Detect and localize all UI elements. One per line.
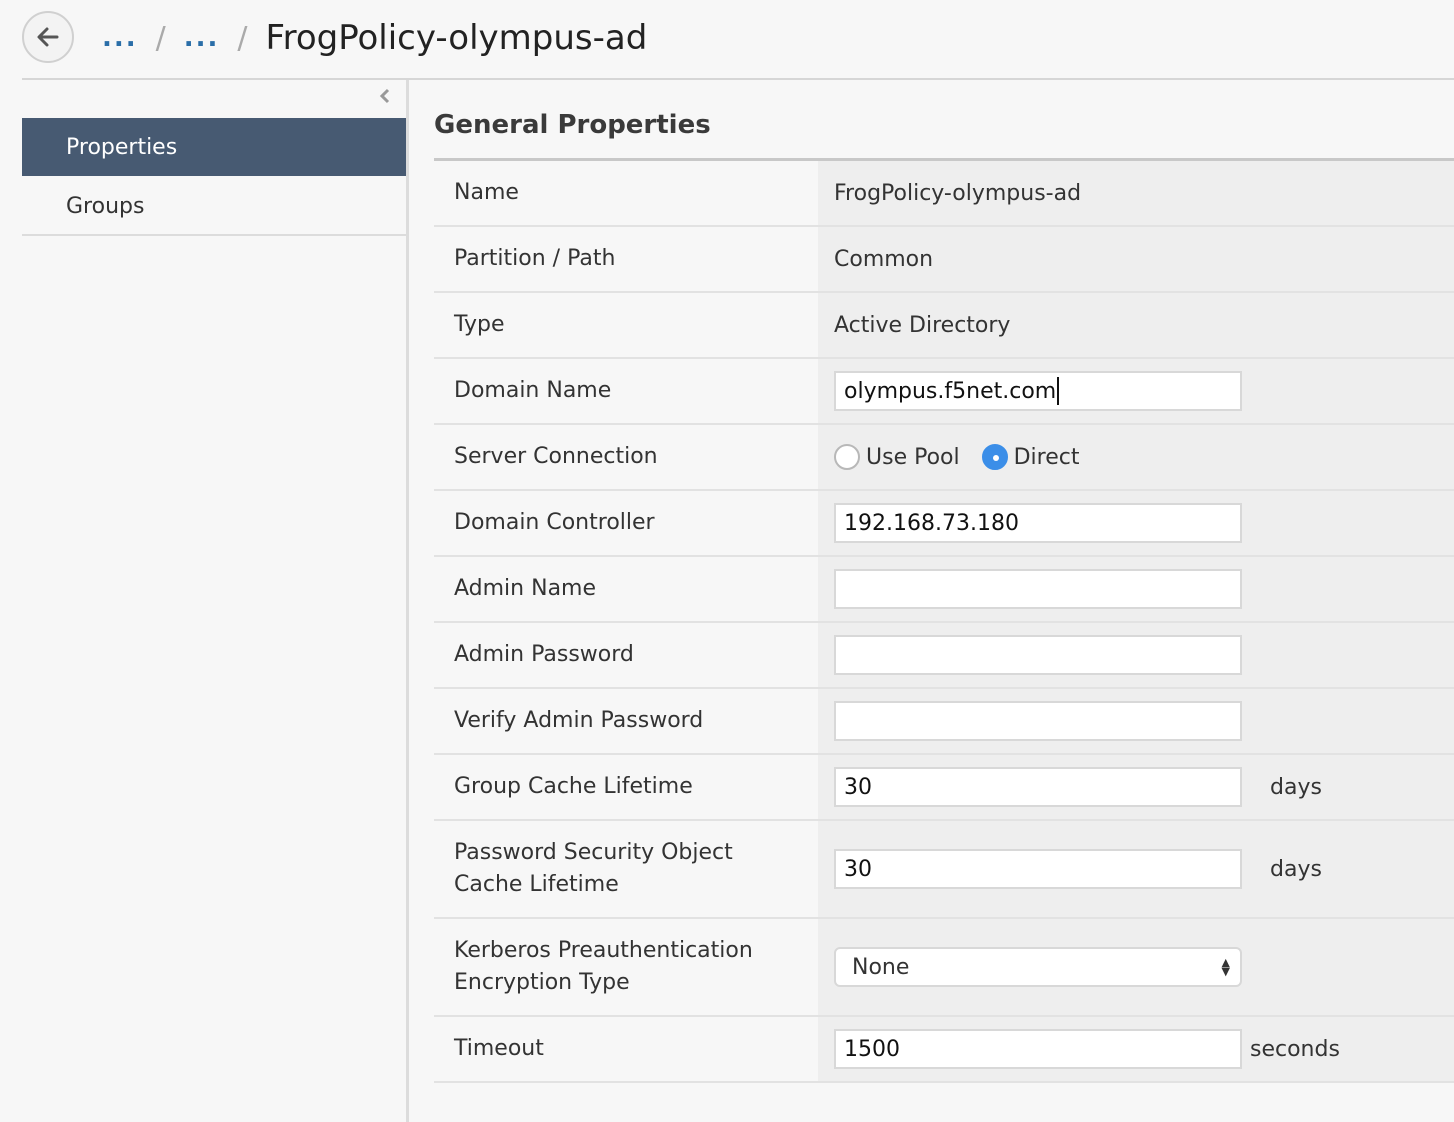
field-label-line: Kerberos Preauthentication (454, 938, 753, 963)
field-label: Name (434, 161, 818, 225)
pso-cache-lifetime-input[interactable]: 30 (834, 849, 1242, 889)
form-row-partition: Partition / Path Common (434, 227, 1454, 293)
unit-label: days (1270, 856, 1322, 882)
sidebar: Properties Groups (22, 80, 409, 1122)
field-label-line: Cache Lifetime (454, 872, 619, 897)
sidebar-item-properties[interactable]: Properties (22, 118, 406, 176)
direct-label[interactable]: Direct (1014, 445, 1080, 470)
breadcrumb-link-1[interactable]: ... (102, 23, 138, 53)
breadcrumb-separator: / (237, 20, 248, 56)
sidebar-item-label: Groups (66, 193, 145, 219)
field-label: Domain Controller (434, 491, 818, 555)
sidebar-item-groups[interactable]: Groups (22, 178, 406, 236)
form-row-group-cache: Group Cache Lifetime 30 days (434, 755, 1454, 821)
sidebar-item-label: Properties (66, 134, 178, 160)
type-value: Active Directory (834, 312, 1011, 338)
section-title: General Properties (434, 110, 711, 140)
form-row-kerberos: Kerberos Preauthentication Encryption Ty… (434, 919, 1454, 1017)
name-value: FrogPolicy-olympus-ad (834, 180, 1082, 206)
breadcrumb: ... / ... / FrogPolicy-olympus-ad (102, 12, 647, 64)
field-label: Group Cache Lifetime (434, 755, 818, 819)
field-label: Password Security Object Cache Lifetime (434, 821, 818, 917)
group-cache-lifetime-input[interactable]: 30 (834, 767, 1242, 807)
use-pool-radio[interactable] (834, 444, 860, 470)
direct-radio[interactable] (981, 444, 1008, 470)
form-row-domain-controller: Domain Controller 192.168.73.180 (434, 491, 1454, 557)
field-label: Verify Admin Password (434, 689, 818, 753)
field-label: Kerberos Preauthentication Encryption Ty… (434, 919, 818, 1015)
unit-label: days (1270, 774, 1322, 800)
admin-password-input[interactable] (834, 635, 1242, 675)
form-row-domain-name: Domain Name olympus.f5net.com (434, 359, 1454, 425)
select-value: None (852, 954, 910, 980)
field-label: Timeout (434, 1017, 818, 1081)
timeout-input[interactable]: 1500 (834, 1029, 1242, 1069)
back-button[interactable] (22, 11, 74, 63)
arrow-left-icon (37, 27, 59, 47)
use-pool-label[interactable]: Use Pool (866, 445, 960, 470)
admin-name-input[interactable] (834, 569, 1242, 609)
field-label-line: Password Security Object (454, 840, 733, 865)
domain-controller-input[interactable]: 192.168.73.180 (834, 503, 1242, 543)
form-row-server-connection: Server Connection Use Pool Direct (434, 425, 1454, 491)
field-label: Domain Name (434, 359, 818, 423)
page-title: FrogPolicy-olympus-ad (265, 18, 648, 58)
breadcrumb-separator: / (155, 20, 166, 56)
collapse-sidebar-button[interactable] (376, 86, 394, 106)
field-label: Type (434, 293, 818, 357)
field-label: Server Connection (434, 425, 818, 489)
form-row-admin-name: Admin Name (434, 557, 1454, 623)
form-row-verify-admin-password: Verify Admin Password (434, 689, 1454, 755)
select-arrows-icon: ▲ ▼ (1221, 956, 1230, 978)
form-row-type: Type Active Directory (434, 293, 1454, 359)
chevron-left-icon (379, 88, 390, 104)
kerberos-encryption-select[interactable]: None ▲ ▼ (834, 947, 1242, 987)
partition-value: Common (834, 246, 934, 272)
field-label: Partition / Path (434, 227, 818, 291)
domain-name-input-value: olympus.f5net.com (844, 378, 1057, 404)
domain-name-input[interactable]: olympus.f5net.com (834, 371, 1242, 411)
properties-form: Name FrogPolicy-olympus-ad Partition / P… (434, 161, 1454, 1083)
verify-admin-password-input[interactable] (834, 701, 1242, 741)
page-header: ... / ... / FrogPolicy-olympus-ad (22, 0, 1454, 80)
text-cursor (1057, 377, 1060, 405)
field-label-line: Encryption Type (454, 970, 630, 995)
form-row-timeout: Timeout 1500 seconds (434, 1017, 1454, 1083)
breadcrumb-link-2[interactable]: ... (184, 23, 220, 53)
form-row-pso-cache: Password Security Object Cache Lifetime … (434, 821, 1454, 919)
form-row-name: Name FrogPolicy-olympus-ad (434, 161, 1454, 227)
field-label: Admin Password (434, 623, 818, 687)
form-row-admin-password: Admin Password (434, 623, 1454, 689)
unit-label: seconds (1250, 1036, 1340, 1062)
field-label: Admin Name (434, 557, 818, 621)
